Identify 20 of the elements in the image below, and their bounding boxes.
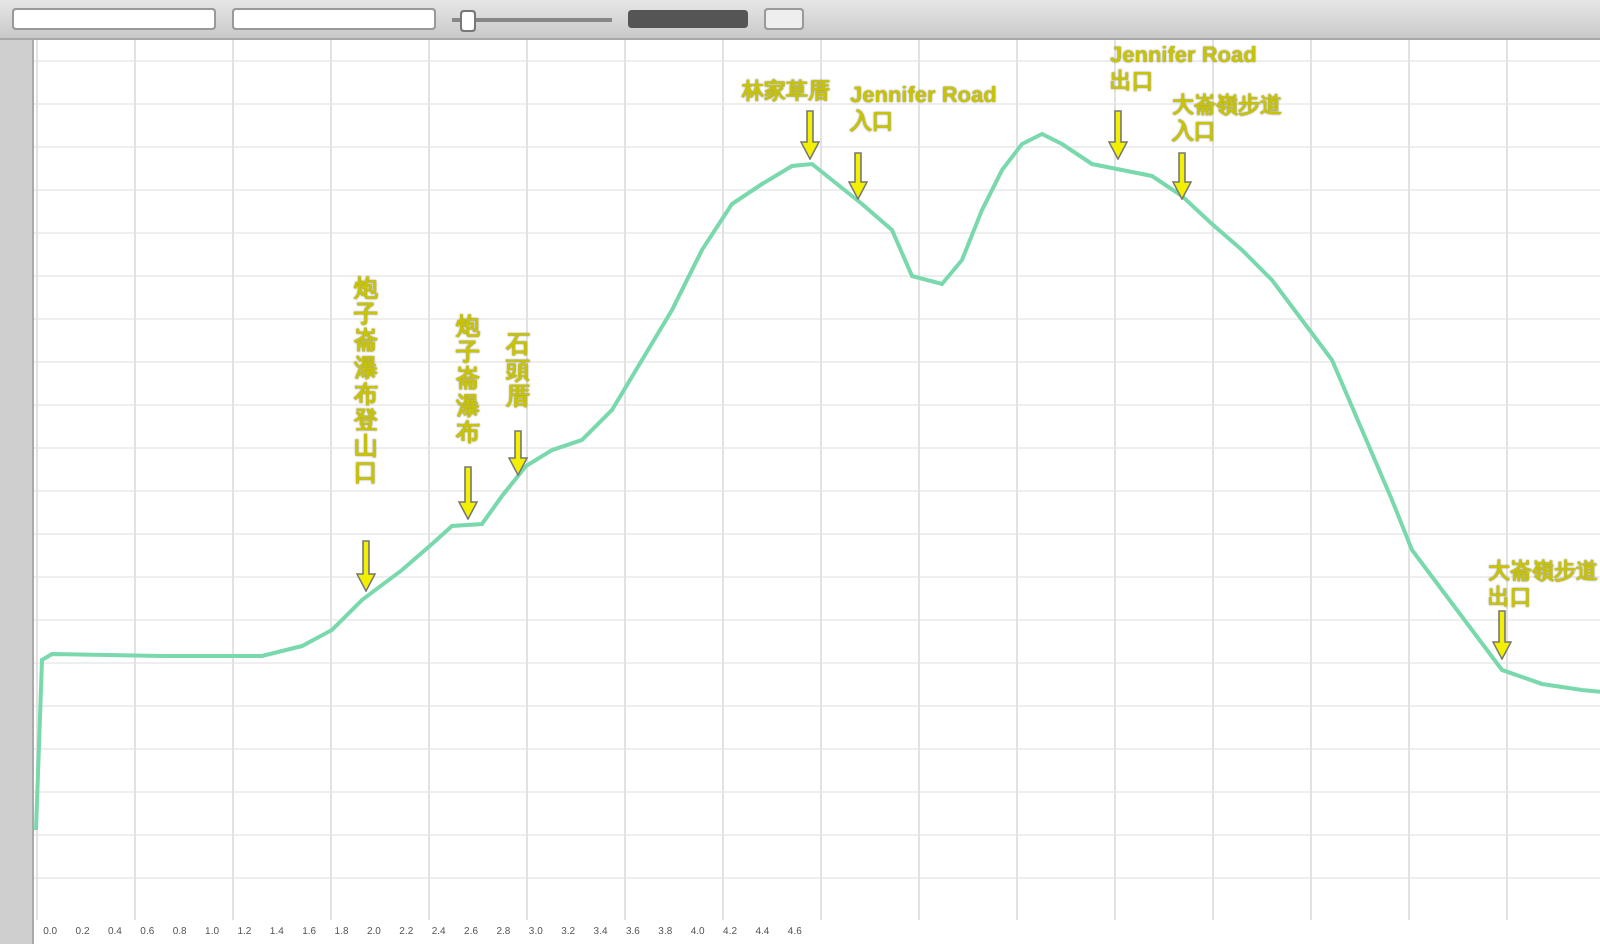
down-arrow-icon [1172,152,1192,200]
stepper[interactable] [764,8,804,30]
dropdown[interactable] [12,8,216,30]
down-arrow-icon [800,110,820,160]
down-arrow-icon [458,466,478,520]
annotation-label: Jennifer Road 入口 [850,84,997,135]
annotation-label: 大崙嶺步道 出口 [1488,560,1598,611]
annotation-label: 炮子崙瀑布 [456,314,480,446]
annotation-label: 林家草厝 [742,80,830,106]
down-arrow-icon [356,540,376,592]
down-arrow-icon [848,152,868,200]
down-arrow-icon [508,430,528,476]
down-arrow-icon [1108,110,1128,160]
annotation-label: 炮子崙瀑布登山口 [354,276,378,487]
slider-thumb[interactable] [459,9,476,31]
dropdown[interactable] [232,8,436,30]
annotation-label: Jennifer Road 出口 [1110,44,1257,94]
down-arrow-icon [1492,610,1512,660]
annotation-label: 大崙嶺步道 入口 [1172,94,1282,145]
annotation-label: 石頭厝 [506,332,530,412]
